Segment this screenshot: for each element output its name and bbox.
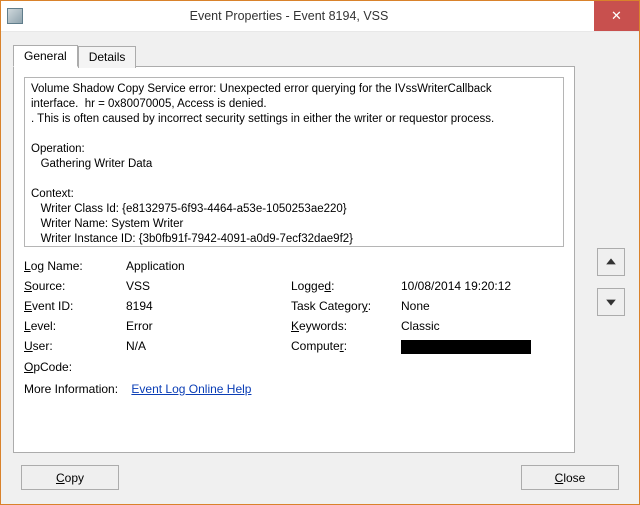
label-task-category: Task Category:: [291, 299, 401, 313]
close-button[interactable]: Close: [521, 465, 619, 490]
value-log-name: Application: [126, 259, 561, 273]
value-logged: 10/08/2014 19:20:12: [401, 279, 561, 293]
value-event-id: 8194: [126, 299, 291, 313]
label-user: User:: [24, 339, 126, 354]
label-keywords: Keywords:: [291, 319, 401, 333]
next-event-button[interactable]: [597, 288, 625, 316]
value-computer: [401, 339, 561, 354]
arrow-down-icon: [605, 296, 617, 308]
close-icon: ✕: [611, 8, 622, 24]
label-computer: Computer:: [291, 339, 401, 354]
client-area: General Details Volume Shadow Copy Servi…: [1, 32, 639, 504]
label-more-information: More Information:: [24, 382, 118, 396]
value-task-category: None: [401, 299, 561, 313]
label-event-id: Event ID:: [24, 299, 126, 313]
tab-general[interactable]: General: [13, 45, 78, 67]
close-window-button[interactable]: ✕: [594, 1, 639, 31]
label-opcode: OpCode:: [24, 360, 126, 374]
event-description[interactable]: Volume Shadow Copy Service error: Unexpe…: [24, 77, 564, 247]
footer-buttons: Copy Close: [21, 465, 619, 490]
link-event-log-online-help[interactable]: Event Log Online Help: [131, 382, 251, 396]
tabpage-general: Volume Shadow Copy Service error: Unexpe…: [13, 66, 575, 453]
value-level: Error: [126, 319, 291, 333]
arrow-up-icon: [605, 256, 617, 268]
value-user: N/A: [126, 339, 291, 354]
event-properties-window: Event Properties - Event 8194, VSS ✕ Gen…: [0, 0, 640, 505]
value-source: VSS: [126, 279, 291, 293]
label-level: Level:: [24, 319, 126, 333]
tabstrip: General Details: [13, 44, 627, 66]
window-icon: [7, 8, 23, 24]
tab-general-label: General: [24, 49, 67, 63]
redacted-computer-name: [401, 340, 531, 354]
row-more-information: More Information: Event Log Online Help: [24, 382, 564, 396]
value-keywords: Classic: [401, 319, 561, 333]
label-log-name: Log Name:: [24, 259, 126, 273]
tab-details-label: Details: [89, 50, 126, 64]
tab-details[interactable]: Details: [78, 46, 137, 68]
label-logged: Logged:: [291, 279, 401, 293]
property-grid: Log Name: Application Source: VSS Logged…: [24, 259, 564, 374]
window-title: Event Properties - Event 8194, VSS: [29, 1, 594, 31]
label-source: Source:: [24, 279, 126, 293]
copy-button[interactable]: Copy: [21, 465, 119, 490]
previous-event-button[interactable]: [597, 248, 625, 276]
value-opcode: [126, 360, 561, 374]
titlebar[interactable]: Event Properties - Event 8194, VSS ✕: [1, 1, 639, 32]
